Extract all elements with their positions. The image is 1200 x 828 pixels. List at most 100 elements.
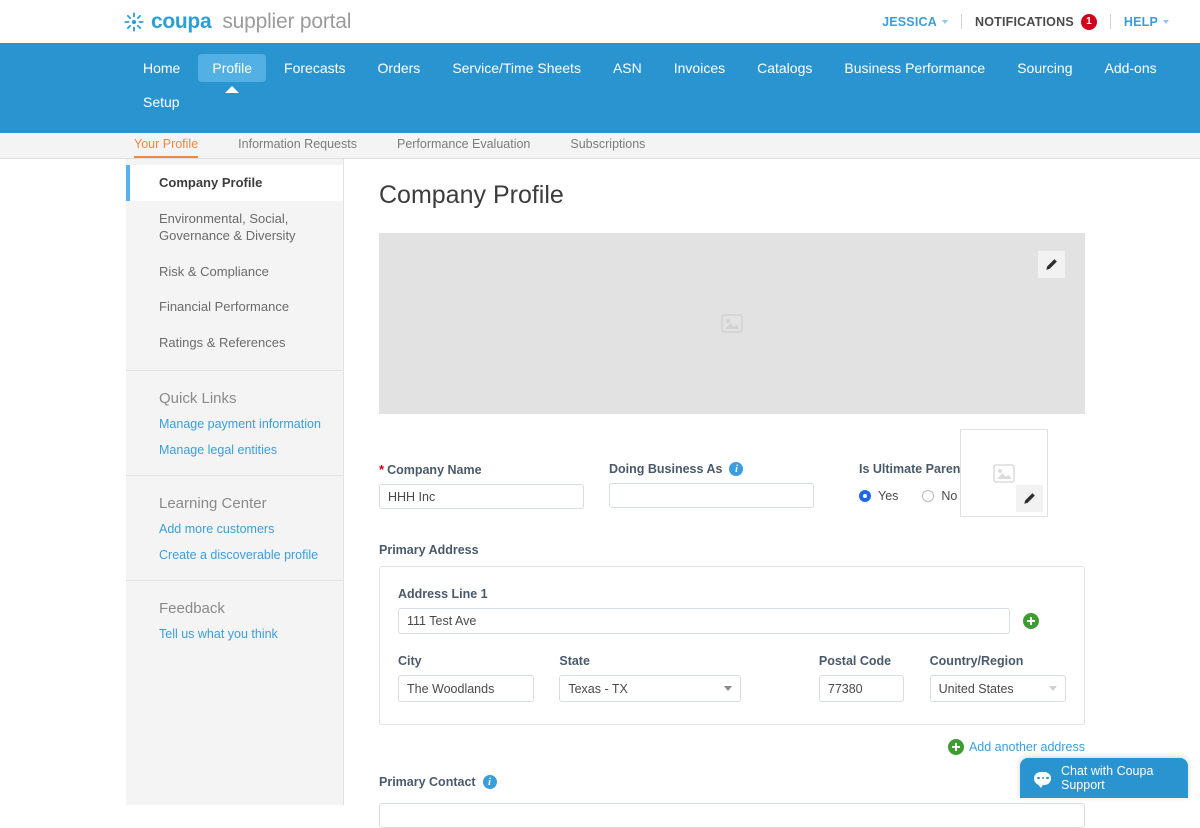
learning-link-create-discoverable-profile[interactable]: Create a discoverable profile <box>126 544 343 570</box>
label-text: State <box>559 654 590 668</box>
pencil-icon <box>1046 259 1057 270</box>
chat-with-support-button[interactable]: Chat with Coupa Support <box>1020 758 1188 798</box>
nav-item-add-ons[interactable]: Add-ons <box>1090 54 1170 82</box>
postal-code-input[interactable] <box>818 675 904 702</box>
radio-option-yes[interactable]: Yes <box>859 489 898 503</box>
nav-label: Service/Time Sheets <box>452 60 581 76</box>
page-title: Company Profile <box>379 181 564 209</box>
doing-business-as-label: Doing Business As i <box>609 462 814 476</box>
doing-business-as-input[interactable] <box>609 483 814 508</box>
sidebar-item-label: Ratings & References <box>159 334 286 350</box>
company-banner-image[interactable] <box>379 233 1085 414</box>
sidebar-item-ratings-references[interactable]: Ratings & References <box>126 325 343 361</box>
address-line-1-label: Address Line 1 <box>398 587 1066 601</box>
label-text: Is Ultimate Parent <box>859 462 965 476</box>
sidebar-section-learning-center: Learning Center Add more customers Creat… <box>126 476 343 581</box>
sidebar-item-risk-compliance[interactable]: Risk & Compliance <box>126 254 343 290</box>
field-group-country-region: Country/Region United States <box>929 654 1066 702</box>
add-another-address-icon[interactable] <box>947 739 964 755</box>
primary-contact-input[interactable] <box>379 803 1085 828</box>
radio-label: Yes <box>878 489 899 503</box>
notifications-menu[interactable]: NOTIFICATIONS 1 <box>962 13 1110 30</box>
nav-item-home[interactable]: Home <box>129 54 194 82</box>
nav-item-setup[interactable]: Setup <box>129 88 194 116</box>
nav-item-invoices[interactable]: Invoices <box>660 54 739 82</box>
postal-code-label: Postal Code <box>819 654 904 668</box>
country-region-select[interactable]: United States <box>929 675 1066 702</box>
nav-item-service-time-sheets[interactable]: Service/Time Sheets <box>438 54 595 82</box>
radio-button-no[interactable] <box>922 490 935 502</box>
main-nav-items: Home Profile Forecasts Orders Service/Ti… <box>127 51 1180 119</box>
chevron-down-icon <box>723 686 732 691</box>
sub-navigation: Your Profile Information Requests Perfor… <box>0 133 1200 159</box>
nav-item-forecasts[interactable]: Forecasts <box>270 54 359 82</box>
active-tab-arrow-icon <box>225 86 240 93</box>
add-another-address-row: Add another address <box>379 739 1085 755</box>
feedback-link-tell-us-what-you-think[interactable]: Tell us what you think <box>126 623 343 649</box>
info-icon[interactable]: i <box>482 775 497 789</box>
sidebar-item-company-profile[interactable]: Company Profile <box>126 165 343 201</box>
field-group-address-line-1: Address Line 1 <box>398 587 1066 634</box>
brand-logo[interactable]: coupa supplier portal <box>124 10 351 34</box>
tab-information-requests[interactable]: Information Requests <box>238 137 357 158</box>
tab-your-profile[interactable]: Your Profile <box>134 137 199 158</box>
state-select[interactable]: Texas - TX <box>559 675 741 702</box>
nav-label: Sourcing <box>1017 60 1073 76</box>
sidebar-section-quick-links: Quick Links Manage payment information M… <box>126 371 343 477</box>
nav-item-orders[interactable]: Orders <box>364 54 435 82</box>
user-menu-label: JESSICA <box>882 14 937 29</box>
address-line-1-input[interactable] <box>398 608 1010 634</box>
chevron-down-icon <box>1163 19 1169 24</box>
field-group-city: City <box>398 654 535 702</box>
learning-link-add-more-customers[interactable]: Add more customers <box>126 518 343 544</box>
notifications-count-badge: 1 <box>1080 13 1097 30</box>
company-name-input[interactable] <box>379 484 584 509</box>
quick-link-manage-legal-entities[interactable]: Manage legal entities <box>126 439 343 465</box>
tab-subscriptions[interactable]: Subscriptions <box>570 137 645 158</box>
nav-item-profile[interactable]: Profile <box>198 54 267 93</box>
nav-item-asn[interactable]: ASN <box>599 54 656 82</box>
user-menu[interactable]: JESSICA <box>869 15 961 29</box>
radio-label: No <box>941 489 958 503</box>
info-icon[interactable]: i <box>729 462 744 476</box>
field-group-state: State Texas - TX <box>559 654 741 702</box>
brand-name-primary: coupa <box>151 9 212 33</box>
country-region-label: Country/Region <box>930 654 1066 668</box>
tab-label: Your Profile <box>134 137 199 151</box>
edit-banner-button[interactable] <box>1038 251 1065 278</box>
label-text: Country/Region <box>929 654 1024 668</box>
nav-item-sourcing[interactable]: Sourcing <box>1003 54 1086 82</box>
help-menu[interactable]: HELP <box>1111 15 1182 29</box>
sidebar-item-label: Risk & Compliance <box>159 263 269 279</box>
tab-label: Subscriptions <box>570 137 646 151</box>
profile-sidebar: Company Profile Environmental, Social, G… <box>126 159 344 805</box>
nav-item-business-performance[interactable]: Business Performance <box>830 54 999 82</box>
quick-link-manage-payment-information[interactable]: Manage payment information <box>126 413 343 439</box>
nav-label: Profile <box>212 60 253 76</box>
chat-dots <box>1037 776 1049 779</box>
add-address-line-icon[interactable] <box>1023 613 1039 629</box>
pencil-icon <box>1024 493 1035 504</box>
city-input[interactable] <box>398 675 535 702</box>
edit-logo-button[interactable] <box>1016 485 1043 512</box>
sidebar-section-profile: Company Profile Environmental, Social, G… <box>126 159 343 372</box>
address-detail-row: City State Texas - TX <box>398 654 1066 702</box>
field-group-doing-business-as: Doing Business As i <box>609 462 814 508</box>
sidebar-item-esg-diversity[interactable]: Environmental, Social, Governance & Dive… <box>126 201 343 254</box>
country-region-selected-value: United States <box>938 681 1014 696</box>
sidebar-section-feedback: Feedback Tell us what you think <box>126 581 343 659</box>
nav-item-catalogs[interactable]: Catalogs <box>743 54 826 82</box>
tab-label: Information Requests <box>238 137 357 151</box>
company-name-label: * Company Name <box>379 462 584 477</box>
company-logo-image[interactable] <box>960 429 1048 517</box>
sidebar-item-financial-performance[interactable]: Financial Performance <box>126 289 343 325</box>
add-another-address-link[interactable]: Add another address <box>969 740 1085 754</box>
page-body: Company Profile Environmental, Social, G… <box>0 159 1200 828</box>
radio-option-no[interactable]: No <box>922 489 957 503</box>
radio-button-yes[interactable] <box>859 490 871 502</box>
state-label: State <box>559 654 741 668</box>
chevron-down-icon <box>1049 686 1057 691</box>
quick-links-title: Quick Links <box>159 390 237 408</box>
help-menu-label: HELP <box>1123 14 1158 29</box>
tab-performance-evaluation[interactable]: Performance Evaluation <box>397 137 530 158</box>
